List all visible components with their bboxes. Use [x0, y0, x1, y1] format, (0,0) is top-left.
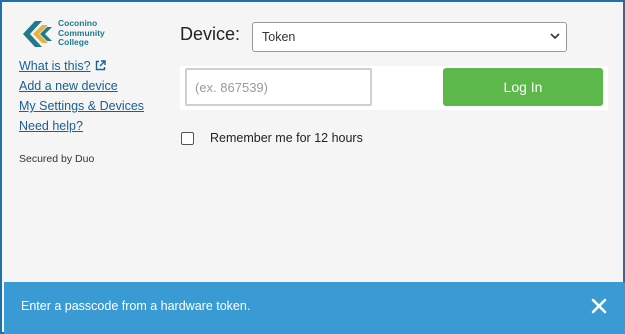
device-selected-value: Token: [262, 30, 296, 44]
secured-by-duo: Secured by Duo: [19, 153, 95, 165]
external-link-icon: [95, 60, 106, 71]
duo-auth-frame: Coconino Community College What is this?…: [0, 0, 625, 334]
device-select[interactable]: Token: [252, 22, 567, 52]
what-is-this-label: What is this?: [19, 59, 91, 73]
device-label: Device:: [180, 24, 241, 44]
add-new-device-link[interactable]: Add a new device: [19, 79, 144, 94]
what-is-this-link[interactable]: What is this?: [19, 59, 144, 74]
log-in-button[interactable]: Log In: [443, 68, 603, 106]
remember-me-label: Remember me for 12 hours: [210, 131, 363, 145]
chevron-logo-icon: [23, 21, 52, 47]
close-icon[interactable]: [591, 298, 607, 314]
need-help-link[interactable]: Need help?: [19, 119, 144, 134]
logo-line-3: College: [58, 37, 89, 47]
remember-me: Remember me for 12 hours: [181, 131, 363, 145]
remember-me-checkbox[interactable]: [181, 131, 194, 145]
message-banner: Enter a passcode from a hardware token.: [4, 282, 625, 334]
chevron-down-icon: [550, 33, 560, 40]
sidebar-links: What is this? Add a new device My Settin…: [19, 59, 144, 139]
passcode-input[interactable]: [185, 68, 372, 106]
banner-message: Enter a passcode from a hardware token.: [21, 299, 251, 313]
college-name: Coconino Community College: [58, 18, 105, 48]
college-logo: Coconino Community College: [20, 18, 130, 52]
my-settings-devices-link[interactable]: My Settings & Devices: [19, 99, 144, 114]
